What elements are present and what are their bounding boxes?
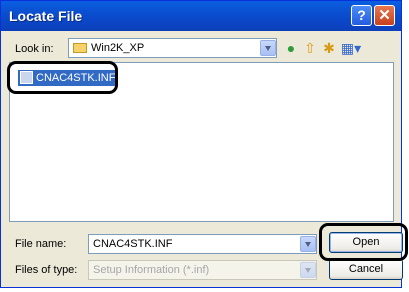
look-in-value: Win2K_XP	[91, 42, 145, 54]
help-button[interactable]: ?	[351, 5, 372, 26]
folder-icon	[73, 43, 87, 53]
look-in-label: Look in:	[15, 43, 54, 55]
files-of-type-dropdown[interactable]: Setup Information (*.inf)	[88, 260, 317, 280]
files-of-type-value: Setup Information (*.inf)	[93, 264, 210, 276]
new-folder-icon[interactable]: ✱	[321, 40, 337, 56]
file-name-value: CNAC4STK.INF	[93, 238, 173, 250]
highlight-ring-file	[7, 61, 118, 94]
chevron-down-icon[interactable]	[260, 40, 276, 56]
close-button[interactable]: ✕	[374, 5, 395, 26]
chevron-down-icon[interactable]	[300, 236, 316, 252]
title-bar[interactable]: Locate File ? ✕	[1, 1, 401, 31]
look-in-dropdown[interactable]: Win2K_XP	[68, 38, 277, 58]
highlight-ring-open	[319, 223, 408, 261]
cancel-button[interactable]: Cancel	[329, 259, 403, 280]
chevron-down-icon	[300, 262, 316, 278]
files-of-type-label: Files of type:	[15, 264, 78, 276]
back-icon[interactable]: ●	[283, 40, 299, 56]
views-menu-icon[interactable]: ▦▾	[340, 40, 362, 56]
file-name-label: File name:	[15, 238, 67, 250]
up-folder-icon[interactable]: ⇧	[302, 40, 318, 56]
dialog-title: Locate File	[9, 8, 83, 24]
file-name-field[interactable]: CNAC4STK.INF	[88, 234, 317, 254]
